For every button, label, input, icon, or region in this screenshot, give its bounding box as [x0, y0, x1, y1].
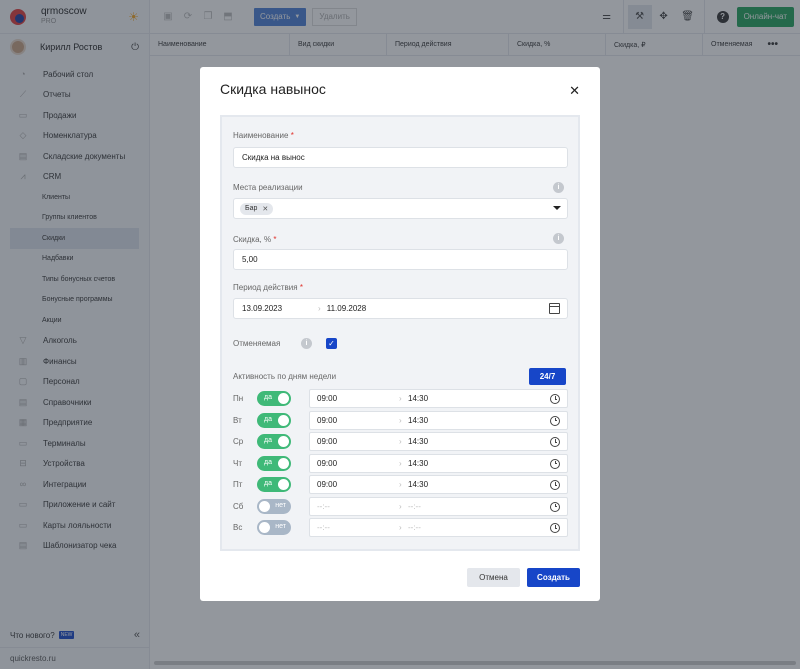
clock-icon[interactable] [550, 523, 560, 533]
create-button[interactable]: Создать [527, 568, 580, 587]
discount-modal: Скидка навынос ✕ Наименование * Скидка н… [200, 67, 600, 601]
weekday-label: Вс [233, 523, 243, 532]
weekday-label: Ср [233, 437, 244, 446]
weekday-row: Пт да 09:00 › 14:30 [222, 475, 582, 494]
weekday-label: Пн [233, 394, 244, 403]
places-select[interactable]: Бар ✕ [233, 198, 568, 219]
info-icon[interactable]: i [553, 233, 564, 244]
time-to: 14:30 [408, 437, 429, 446]
weekday-label: Вт [233, 415, 242, 425]
weekday-toggle[interactable]: да [257, 477, 291, 492]
time-to: 14:30 [408, 458, 429, 468]
clock-icon[interactable] [550, 480, 560, 490]
time-range-input[interactable]: --:-- › --:-- [309, 496, 568, 516]
toggle-label: нет [275, 523, 286, 530]
remove-tag-icon[interactable]: ✕ [262, 205, 268, 213]
time-to: 14:30 [408, 394, 429, 403]
weekday-label: Сб [233, 501, 244, 511]
weekday-row: Вт да 09:00 › 14:30 [222, 410, 582, 430]
weekday-toggle[interactable]: да [257, 391, 291, 406]
time-to: --:-- [408, 501, 421, 511]
weekday-toggle[interactable]: нет [257, 498, 291, 514]
weekday-toggle[interactable]: да [257, 455, 291, 471]
toggle-knob [259, 500, 270, 512]
time-from: 09:00 [317, 415, 338, 425]
time-to: --:-- [408, 523, 421, 532]
place-tag-label: Бар [245, 205, 258, 212]
arrow-icon: › [399, 437, 402, 446]
chevron-down-icon[interactable] [553, 206, 561, 210]
toggle-knob [278, 414, 289, 426]
arrow-icon: › [399, 415, 402, 425]
time-from: 09:00 [317, 480, 338, 489]
discount-input[interactable]: 5,00 [233, 249, 568, 270]
arrow-icon: › [399, 480, 402, 489]
cancel-button[interactable]: Отмена [467, 568, 520, 587]
toggle-label: нет [275, 501, 286, 509]
time-from: 09:00 [317, 458, 338, 468]
weekday-row: Ср да 09:00 › 14:30 [222, 432, 582, 451]
weekday-row: Вс нет --:-- › --:-- [222, 518, 582, 537]
modal-title: Скидка навынос [220, 81, 326, 97]
weekday-toggle[interactable]: нет [257, 520, 291, 535]
weekday-toggle[interactable]: да [257, 412, 291, 428]
time-range-input[interactable]: 09:00 › 14:30 [309, 410, 568, 430]
weekday-row: Чт да 09:00 › 14:30 [222, 453, 582, 473]
toggle-label: да [264, 415, 272, 423]
arrow-icon: › [399, 394, 402, 403]
clock-icon[interactable] [550, 437, 560, 447]
period-from: 13.09.2023 [242, 304, 283, 313]
arrow-icon: › [399, 523, 402, 532]
activity-label: Активность по дням недели [233, 372, 337, 381]
period-label: Период действия * [233, 283, 303, 292]
weekday-row: Сб нет --:-- › --:-- [222, 496, 582, 516]
time-from: --:-- [317, 501, 330, 511]
time-from: 09:00 [317, 437, 338, 446]
place-tag: Бар ✕ [240, 202, 274, 215]
toggle-knob [278, 457, 289, 469]
arrow-icon: › [318, 304, 321, 313]
weekday-row: Пн да 09:00 › 14:30 [222, 389, 582, 408]
name-label: Наименование * [233, 131, 294, 140]
clock-icon[interactable] [550, 415, 560, 426]
time-range-input[interactable]: 09:00 › 14:30 [309, 432, 568, 451]
calendar-icon[interactable] [549, 303, 560, 314]
cancelable-label: Отменяемая [233, 339, 281, 348]
time-from: --:-- [317, 523, 330, 532]
info-icon[interactable]: i [301, 338, 312, 349]
period-input[interactable]: 13.09.2023 › 11.09.2028 [233, 298, 568, 319]
places-label: Места реализации [233, 183, 303, 192]
weekday-label: Пт [233, 480, 243, 489]
cancelable-checkbox[interactable]: ✓ [326, 338, 337, 349]
time-range-input[interactable]: 09:00 › 14:30 [309, 453, 568, 473]
time-range-input[interactable]: 09:00 › 14:30 [309, 389, 568, 408]
clock-icon[interactable] [550, 501, 560, 512]
name-input[interactable]: Скидка на вынос [233, 147, 568, 168]
toggle-knob [278, 436, 289, 447]
close-icon[interactable]: ✕ [569, 83, 580, 99]
clock-icon[interactable] [550, 394, 560, 404]
toggle-label: да [264, 437, 272, 444]
time-range-input[interactable]: --:-- › --:-- [309, 518, 568, 537]
period-to: 11.09.2028 [326, 304, 367, 313]
time-to: 14:30 [408, 480, 429, 489]
toggle-label: да [264, 394, 272, 401]
arrow-icon: › [399, 458, 402, 468]
time-range-input[interactable]: 09:00 › 14:30 [309, 475, 568, 494]
toggle-label: да [264, 480, 272, 487]
toggle-knob [259, 522, 270, 533]
toggle-label: да [264, 458, 272, 466]
weekday-toggle[interactable]: да [257, 434, 291, 449]
weekday-label: Чт [233, 458, 242, 468]
discount-label: Скидка, % * [233, 235, 277, 244]
all-week-button[interactable]: 24/7 [529, 368, 566, 385]
arrow-icon: › [399, 501, 402, 511]
toggle-knob [278, 479, 289, 490]
time-from: 09:00 [317, 394, 338, 403]
toggle-knob [278, 393, 289, 404]
info-icon[interactable]: i [553, 182, 564, 193]
time-to: 14:30 [408, 415, 429, 425]
clock-icon[interactable] [550, 458, 560, 469]
form-panel: Наименование * Скидка на вынос Места реа… [220, 115, 580, 551]
